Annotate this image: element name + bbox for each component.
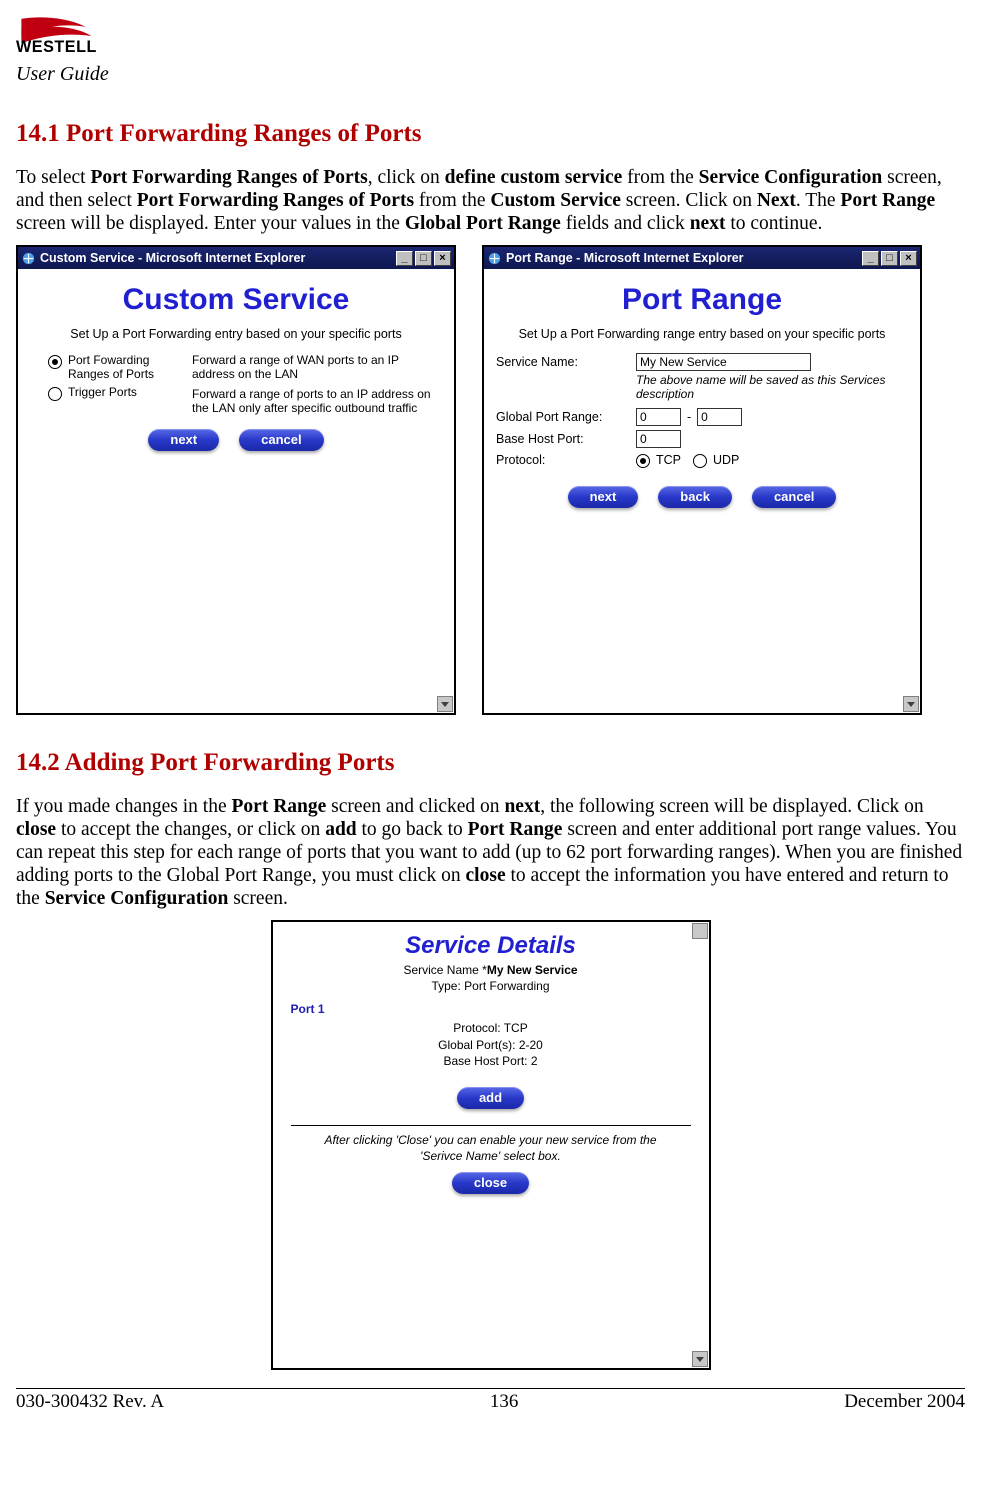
page-header: WESTELL User Guide <box>16 12 965 86</box>
header-subtitle: User Guide <box>16 63 965 86</box>
dialog-title: Custom Service <box>18 283 454 317</box>
global-port-to-input[interactable] <box>697 408 742 426</box>
type-line: Type: Port Forwarding <box>431 979 549 993</box>
cancel-button[interactable]: cancel <box>239 429 323 451</box>
next-button[interactable]: next <box>148 429 219 451</box>
radio-label-udp: UDP <box>713 453 739 467</box>
dialog-subtitle: Set Up a Port Forwarding entry based on … <box>18 327 454 341</box>
section-14-2-heading: 14.2 Adding Port Forwarding Ports <box>16 749 965 777</box>
next-button[interactable]: next <box>568 486 639 508</box>
base-host-port-input[interactable] <box>636 430 681 448</box>
close-window-button[interactable]: × <box>434 251 451 266</box>
radio-udp[interactable] <box>693 454 707 468</box>
dialog-title: Service Details <box>273 932 709 960</box>
ie-icon <box>21 251 36 266</box>
footer-doc-number: 030-300432 Rev. A <box>16 1391 164 1413</box>
svg-text:WESTELL: WESTELL <box>16 38 97 56</box>
label-service-name: Service Name * <box>403 963 486 977</box>
dialog-title: Port Range <box>484 283 920 317</box>
radio-label: Trigger Ports <box>68 385 137 399</box>
radio-tcp[interactable] <box>636 454 650 468</box>
cancel-button[interactable]: cancel <box>752 486 836 508</box>
section-14-1-heading: 14.1 Port Forwarding Ranges of Ports <box>16 120 965 148</box>
radio-label-tcp: TCP <box>656 453 681 467</box>
port-header: Port 1 <box>291 1002 709 1016</box>
scrollbar-down-arrow[interactable] <box>437 696 453 712</box>
maximize-button[interactable]: □ <box>415 251 432 266</box>
label-base-host-port: Base Host Port: <box>496 432 636 446</box>
window-titlebar: Custom Service - Microsoft Internet Expl… <box>18 247 454 269</box>
detail-base-host-port: Base Host Port: 2 <box>443 1054 537 1068</box>
option-description: Forward a range of WAN ports to an IP ad… <box>192 353 434 381</box>
close-button[interactable]: close <box>452 1172 529 1194</box>
radio-label: Port Fowarding Ranges of Ports <box>68 353 178 381</box>
footer-page-number: 136 <box>490 1391 519 1413</box>
section-title: Port Forwarding Ranges of Ports <box>66 120 422 147</box>
global-port-from-input[interactable] <box>636 408 681 426</box>
ie-icon <box>487 251 502 266</box>
section-number: 14.1 <box>16 120 60 147</box>
minimize-button[interactable]: _ <box>862 251 879 266</box>
screenshot-service-details: Service Details Service Name *My New Ser… <box>271 920 711 1370</box>
section-14-2-body: If you made changes in the Port Range sc… <box>16 795 965 910</box>
service-name-input[interactable] <box>636 353 811 371</box>
divider <box>291 1125 691 1126</box>
section-14-1-body: To select Port Forwarding Ranges of Port… <box>16 166 965 235</box>
service-name-value: My New Service <box>487 963 578 977</box>
scrollbar-up-arrow[interactable] <box>692 923 708 939</box>
page-footer: 030-300432 Rev. A 136 December 2004 <box>16 1388 965 1413</box>
section-title: Adding Port Forwarding Ports <box>65 749 395 776</box>
footer-date: December 2004 <box>844 1391 965 1413</box>
close-hint: After clicking 'Close' you can enable yo… <box>273 1132 709 1164</box>
dialog-subtitle: Set Up a Port Forwarding range entry bas… <box>484 327 920 341</box>
section-number: 14.2 <box>16 749 60 776</box>
brand-logo: WESTELL <box>16 12 156 63</box>
label-protocol: Protocol: <box>496 453 636 467</box>
scrollbar-down-arrow[interactable] <box>692 1351 708 1367</box>
range-dash: - <box>687 410 691 424</box>
screenshot-custom-service: Custom Service - Microsoft Internet Expl… <box>16 245 456 715</box>
label-service-name: Service Name: <box>496 355 636 369</box>
radio-trigger-ports[interactable] <box>48 387 62 401</box>
detail-global-ports: Global Port(s): 2-20 <box>438 1038 543 1052</box>
detail-protocol: Protocol: TCP <box>453 1021 527 1035</box>
radio-port-forwarding[interactable] <box>48 355 62 369</box>
window-title: Port Range - Microsoft Internet Explorer <box>506 251 744 265</box>
scrollbar-down-arrow[interactable] <box>903 696 919 712</box>
minimize-button[interactable]: _ <box>396 251 413 266</box>
option-description: Forward a range of ports to an IP addres… <box>192 387 434 415</box>
back-button[interactable]: back <box>658 486 732 508</box>
service-name-hint: The above name will be saved as this Ser… <box>636 373 908 402</box>
window-title: Custom Service - Microsoft Internet Expl… <box>40 251 305 265</box>
close-window-button[interactable]: × <box>900 251 917 266</box>
label-global-port-range: Global Port Range: <box>496 410 636 424</box>
screenshot-port-range: Port Range - Microsoft Internet Explorer… <box>482 245 922 715</box>
add-button[interactable]: add <box>457 1087 524 1109</box>
window-titlebar: Port Range - Microsoft Internet Explorer… <box>484 247 920 269</box>
maximize-button[interactable]: □ <box>881 251 898 266</box>
